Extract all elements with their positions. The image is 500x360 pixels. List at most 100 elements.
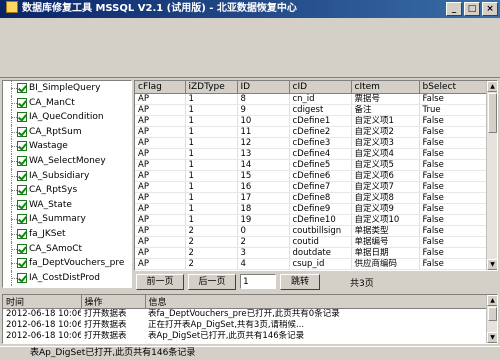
table-cell[interactable]: 8: [237, 93, 290, 105]
table-row[interactable]: AP 1 8 cn_id 票据号 False: [135, 93, 488, 105]
table-cell[interactable]: AP: [135, 126, 186, 138]
table-cell[interactable]: 0: [237, 225, 290, 237]
table-row[interactable]: AP 1 12 cDefine3 自定义项3 False: [135, 137, 488, 149]
tree-item[interactable]: CA_RptSys: [3, 183, 131, 198]
prev-page-button[interactable]: 前一页: [136, 274, 184, 290]
table-cell[interactable]: 1: [185, 214, 238, 226]
table-cell[interactable]: 1: [185, 181, 238, 193]
table-cell[interactable]: AP: [135, 203, 186, 215]
table-cell[interactable]: False: [419, 192, 488, 204]
table-cell[interactable]: coutbillsign: [289, 225, 352, 237]
table-cell[interactable]: cDefine4: [289, 148, 352, 160]
log-column-header[interactable]: 操作: [81, 295, 146, 309]
tree-item[interactable]: WA_State: [3, 197, 131, 213]
tree-item[interactable]: IA_QueCondition: [3, 110, 131, 125]
table-cell[interactable]: cDefine7: [289, 181, 352, 193]
checkbox-icon[interactable]: [17, 170, 27, 181]
table-cell[interactable]: 1: [185, 104, 238, 116]
log-column-header[interactable]: 时间: [3, 295, 82, 309]
minimize-button[interactable]: _: [446, 2, 462, 16]
table-cell[interactable]: 19: [237, 214, 290, 226]
table-cell[interactable]: 17: [237, 192, 290, 204]
table-cell[interactable]: 10: [237, 115, 290, 127]
table-cell[interactable]: cDefine2: [289, 126, 352, 138]
maximize-button[interactable]: □: [464, 2, 480, 16]
table-cell[interactable]: AP: [135, 104, 186, 116]
table-cell[interactable]: 备注: [351, 104, 420, 116]
table-cell[interactable]: 自定义项2: [351, 126, 420, 138]
column-header[interactable]: cFlag: [135, 81, 186, 94]
table-cell[interactable]: 2: [185, 225, 238, 237]
table-cell[interactable]: doutdate: [289, 247, 352, 259]
checkbox-icon[interactable]: [17, 272, 27, 283]
table-row[interactable]: AP 2 3 doutdate 单据日期 False: [135, 247, 488, 259]
data-grid[interactable]: cFlag iZDType ID cID cItem bSelect AP 1 8 cn_id 票…: [134, 80, 498, 271]
table-cell[interactable]: False: [419, 225, 488, 237]
table-cell[interactable]: 单据类型: [351, 225, 420, 237]
log-row[interactable]: 2012-06-18 10:06:53打开数据表 表fa_DeptVouchers…: [3, 309, 487, 321]
table-cell[interactable]: cDefine9: [289, 203, 352, 215]
tree-item[interactable]: CA_ManCt: [3, 95, 131, 111]
table-cell[interactable]: cdigest: [289, 104, 352, 116]
table-cell[interactable]: AP: [135, 115, 186, 127]
checkbox-icon[interactable]: [17, 228, 27, 239]
table-cell[interactable]: 1: [185, 126, 238, 138]
table-cell[interactable]: False: [419, 170, 488, 182]
checkbox-icon[interactable]: [17, 214, 27, 225]
grid-scrollbar[interactable]: ▲ ▼: [486, 81, 497, 270]
table-cell[interactable]: 1: [185, 93, 238, 105]
table-cell[interactable]: cDefine6: [289, 170, 352, 182]
table-cell[interactable]: 15: [237, 170, 290, 182]
log-scroll-down-icon[interactable]: ▼: [487, 332, 497, 343]
table-cell[interactable]: cDefine10: [289, 214, 352, 226]
table-cell[interactable]: AP: [135, 137, 186, 149]
table-cell[interactable]: 自定义项9: [351, 203, 420, 215]
table-cell[interactable]: cDefine5: [289, 159, 352, 171]
log-row[interactable]: 2012-06-18 10:06:54打开数据表 正在打开表Ap_DigSet,共…: [3, 320, 487, 331]
table-cell[interactable]: 2: [185, 269, 238, 270]
tree-item[interactable]: CA_RptSum: [3, 124, 131, 140]
column-header[interactable]: cItem: [351, 81, 420, 94]
table-cell[interactable]: 自定义项8: [351, 192, 420, 204]
table-row[interactable]: AP 1 14 cDefine5 自定义项5 False: [135, 159, 488, 171]
table-row[interactable]: AP 1 16 cDefine7 自定义项7 False: [135, 181, 488, 193]
tree-item[interactable]: IA_Summary: [3, 212, 131, 227]
table-cell[interactable]: 1: [185, 159, 238, 171]
table-cell[interactable]: 18: [237, 203, 290, 215]
table-cell[interactable]: False: [419, 203, 488, 215]
table-cell[interactable]: 1: [185, 115, 238, 127]
table-cell[interactable]: AP: [135, 148, 186, 160]
table-row[interactable]: AP 1 18 cDefine9 自定义项9 False: [135, 203, 488, 215]
table-cell[interactable]: 5: [237, 269, 290, 270]
table-cell[interactable]: False: [419, 258, 488, 270]
scroll-down-arrow-icon[interactable]: ▼: [487, 259, 497, 270]
table-cell[interactable]: False: [419, 181, 488, 193]
table-cell[interactable]: 2: [185, 247, 238, 259]
jump-button[interactable]: 跳转: [280, 274, 320, 290]
table-cell[interactable]: 自定义项1: [351, 115, 420, 127]
checkbox-icon[interactable]: [17, 97, 27, 108]
table-row[interactable]: AP 2 4 csup_id 供应商编码 False: [135, 258, 488, 270]
table-cell[interactable]: 3: [237, 247, 290, 259]
table-cell[interactable]: AP: [135, 225, 186, 237]
table-row[interactable]: AP 1 9 cdigest 备注 True: [135, 104, 488, 116]
page-number-input[interactable]: [240, 274, 276, 289]
table-cell[interactable]: AP: [135, 258, 186, 270]
table-row[interactable]: AP 1 15 cDefine6 自定义项6 False: [135, 170, 488, 182]
table-row[interactable]: AP 1 11 cDefine2 自定义项2 False: [135, 126, 488, 138]
table-cell[interactable]: coutid: [289, 236, 352, 248]
table-cell[interactable]: 1: [185, 137, 238, 149]
table-cell[interactable]: 2: [185, 236, 238, 248]
table-row[interactable]: AP 1 10 cDefine1 自定义项1 False: [135, 115, 488, 127]
table-cell[interactable]: 自定义项7: [351, 181, 420, 193]
log-scrollbar[interactable]: ▲ ▼: [486, 295, 497, 343]
table-cell[interactable]: AP: [135, 192, 186, 204]
tree-item[interactable]: IA_Subsidiary: [3, 168, 131, 184]
table-cell[interactable]: True: [419, 104, 488, 116]
table-cell[interactable]: 票据号: [351, 93, 420, 105]
tree-item[interactable]: WA_SelectMoney: [3, 153, 131, 169]
table-cell[interactable]: False: [419, 137, 488, 149]
table-cell[interactable]: cDefine8: [289, 192, 352, 204]
table-cell[interactable]: cDefine3: [289, 137, 352, 149]
table-cell[interactable]: AP: [135, 159, 186, 171]
